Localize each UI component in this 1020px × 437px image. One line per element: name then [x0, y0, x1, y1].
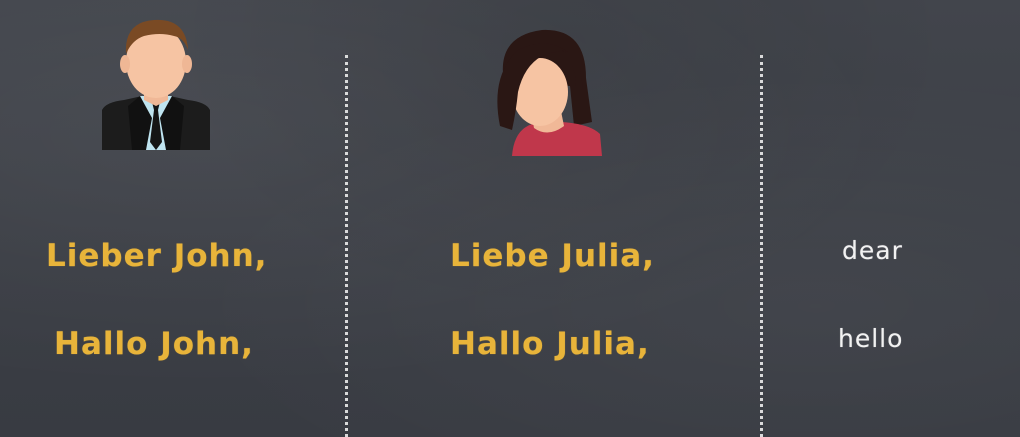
column-divider-right [760, 55, 763, 437]
greeting-hallo-julia: Hallo Julia, [450, 326, 650, 362]
businessman-avatar-icon [102, 14, 210, 150]
woman-avatar-icon [490, 26, 602, 156]
column-divider-left [345, 55, 348, 437]
greeting-hallo-john: Hallo John, [54, 326, 254, 362]
greeting-liebe-julia: Liebe Julia, [450, 238, 655, 274]
translation-dear: dear [842, 236, 903, 265]
greeting-lieber-john: Lieber John, [46, 238, 268, 274]
translation-hello: hello [838, 324, 904, 353]
